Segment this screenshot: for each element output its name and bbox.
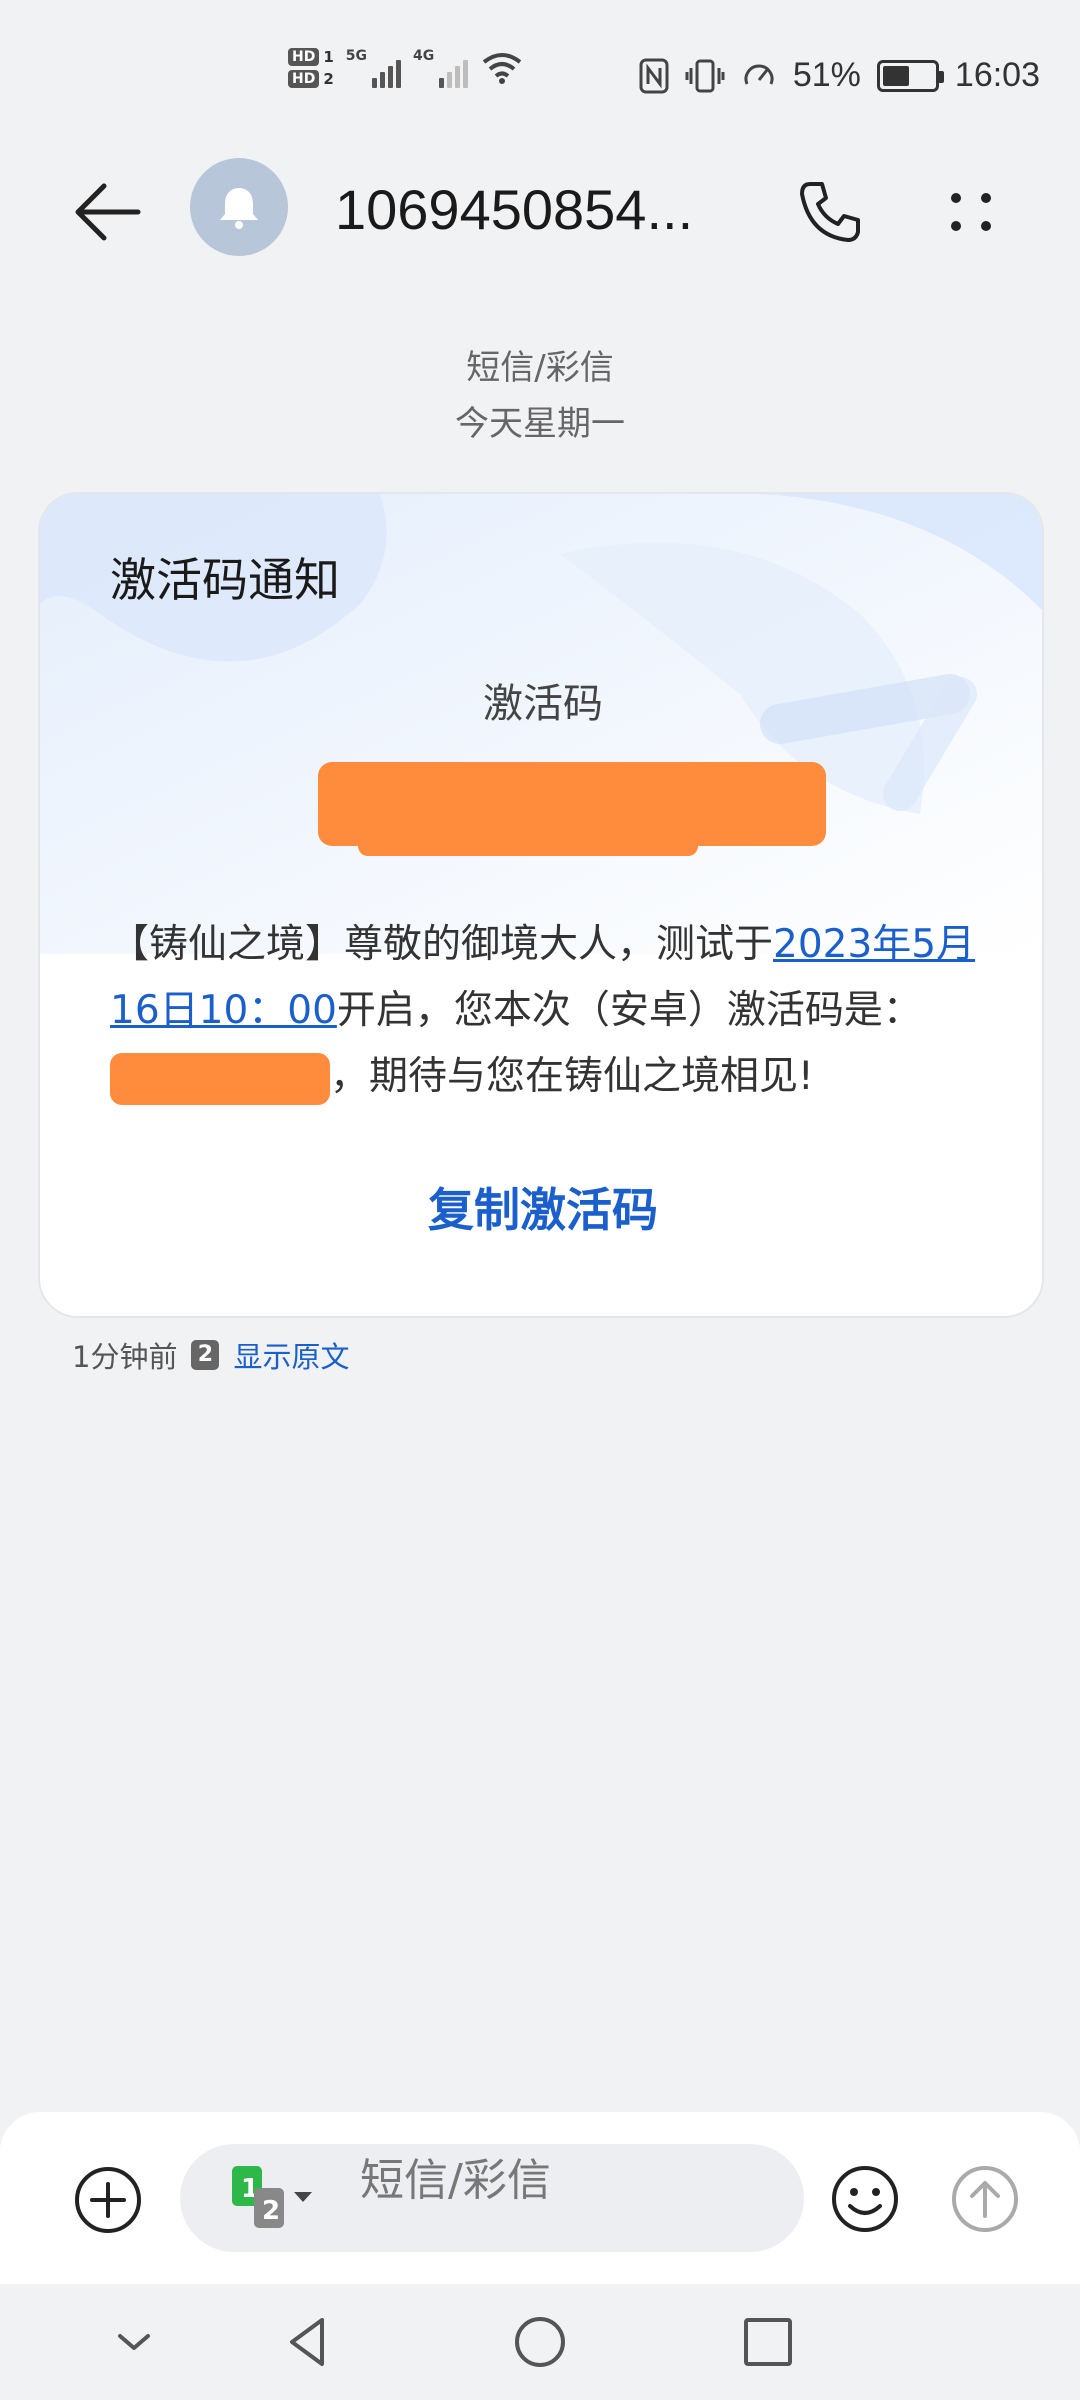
network-type: 4G: [413, 48, 435, 64]
message-meta: 1分钟前 2 显示原文: [72, 1334, 349, 1376]
nav-recents-icon[interactable]: [738, 2312, 798, 2372]
redacted-activation-code: [318, 762, 826, 856]
signal-bar: [463, 60, 469, 88]
copy-code-button[interactable]: 复制激活码: [40, 1174, 1042, 1246]
activation-code-card[interactable]: 激活码通知 激活码 【铸仙之境】尊敬的御境大人，测试于2023年5月16日10：…: [38, 492, 1044, 1318]
code-label: 激活码: [483, 681, 603, 727]
sim-badge: 2: [191, 1340, 220, 1370]
vibrate-icon: [685, 59, 725, 92]
clock: 16:03: [954, 56, 1040, 94]
body-text-part1: 【铸仙之境】尊敬的御境大人，测试于: [110, 922, 774, 967]
battery-percent: 51%: [792, 56, 861, 94]
more-icon[interactable]: [936, 172, 1006, 252]
compose-bar: 1 2 短信/彩信: [0, 2112, 1080, 2284]
send-icon[interactable]: [950, 2164, 1020, 2234]
wifi-icon: [483, 53, 522, 84]
back-arrow-icon[interactable]: [68, 172, 148, 252]
phone-icon[interactable]: [790, 172, 870, 252]
hd-indicators: HD 1 HD 2: [288, 48, 334, 88]
day-label: 今天星期一: [455, 404, 625, 444]
battery-icon: [876, 59, 944, 92]
signal-bar: [439, 78, 445, 88]
sim-other-number: 2: [262, 2196, 280, 2226]
card-title: 激活码通知: [110, 553, 340, 607]
nav-back-icon[interactable]: [280, 2312, 340, 2372]
signal-bar: [380, 72, 386, 88]
body-text-part2: 开启，您本次（安卓）激活码是：: [336, 988, 922, 1033]
status-left: HD 1 HD 2 5G 4G: [288, 48, 524, 88]
status-bar: HD 1 HD 2 5G 4G 51% 16:03: [0, 0, 1080, 160]
conversation-header: 1069450854...: [0, 150, 1080, 270]
signal-bar: [455, 66, 461, 88]
message-type-label: 短信/彩信: [466, 348, 614, 388]
battery-fill: [882, 65, 909, 86]
speed-icon: [744, 64, 774, 85]
avatar[interactable]: [190, 158, 288, 256]
message-time: 1分钟前: [72, 1340, 178, 1374]
contact-title[interactable]: 1069450854...: [335, 170, 755, 250]
emoji-icon[interactable]: [830, 2164, 900, 2234]
nav-home-icon[interactable]: [510, 2312, 570, 2372]
hd-sim1: HD 1: [288, 48, 334, 66]
status-right: 51% 16:03: [639, 56, 1040, 95]
redacted-code-inline: [110, 1052, 330, 1105]
signal-bar: [388, 66, 394, 88]
input-placeholder: 短信/彩信: [360, 2155, 551, 2206]
hd-label: HD: [288, 48, 320, 66]
sim1-number: 1: [323, 48, 334, 66]
body-text-part3: ，期待与您在铸仙之境相见!: [330, 1054, 814, 1099]
sim-switch-icon[interactable]: 1 2: [232, 2166, 322, 2230]
signal-sim2-icon: 4G: [413, 48, 469, 88]
message-body: 【铸仙之境】尊敬的御境大人，测试于2023年5月16日10：00开启，您本次（安…: [110, 912, 1010, 1110]
message-input[interactable]: 1 2 短信/彩信: [180, 2144, 804, 2252]
bell-icon: [220, 188, 258, 229]
signal-bar: [372, 78, 378, 88]
signal-bar: [396, 60, 402, 88]
hd-sim2: HD 2: [288, 70, 334, 88]
show-original-link[interactable]: 显示原文: [233, 1334, 349, 1376]
sim2-number: 2: [323, 70, 334, 88]
date-separator: 短信/彩信 今天星期一: [0, 340, 1080, 452]
chevron-down-icon[interactable]: [104, 2312, 164, 2372]
signal-sim1-icon: 5G: [345, 48, 402, 88]
system-nav-bar: [0, 2284, 1080, 2400]
add-icon[interactable]: [72, 2164, 144, 2236]
network-type: 5G: [345, 48, 368, 64]
hd-label: HD: [288, 70, 320, 88]
signal-bar: [447, 72, 453, 88]
nfc-icon: [639, 58, 669, 93]
